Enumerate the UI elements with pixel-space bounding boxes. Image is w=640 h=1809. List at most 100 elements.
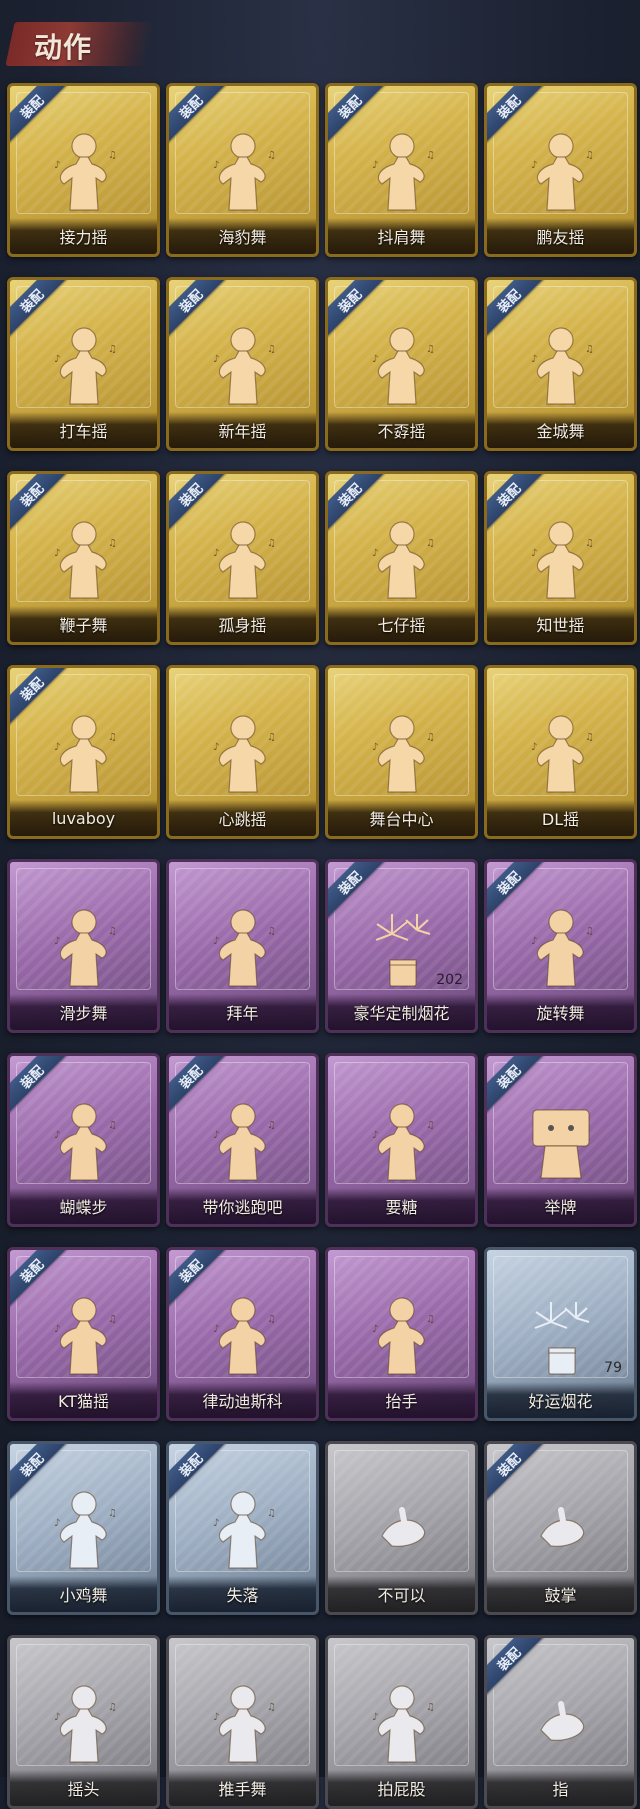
svg-text:♪: ♪ bbox=[372, 1324, 378, 1335]
svg-text:♫: ♫ bbox=[585, 344, 594, 355]
emote-card[interactable]: ♪ ♫ 推手舞 bbox=[166, 1635, 319, 1809]
bow-figure-icon: ♪ ♫ bbox=[203, 904, 283, 994]
emote-name: 举牌 bbox=[544, 1198, 577, 1217]
emote-name: 舞台中心 bbox=[369, 810, 434, 829]
svg-text:♪: ♪ bbox=[54, 742, 60, 753]
svg-text:♫: ♫ bbox=[108, 1508, 117, 1519]
emote-card[interactable]: 装配 ♪ ♫ 带你逃跑吧 bbox=[166, 1053, 319, 1227]
item-count: 202 bbox=[436, 972, 463, 988]
emote-card[interactable]: ♪ ♫ 摇头 bbox=[7, 1635, 160, 1809]
emote-card[interactable]: 装配 ♪ ♫ 旋转舞 bbox=[484, 859, 637, 1033]
emote-card[interactable]: 装配 ♪ ♫ 鞭子舞 bbox=[7, 471, 160, 645]
svg-text:♫: ♫ bbox=[426, 344, 435, 355]
finger-icon bbox=[362, 1486, 442, 1576]
emote-card[interactable]: 装配 ♪ ♫ 抖肩舞 bbox=[325, 83, 478, 257]
emote-name: 心跳摇 bbox=[218, 810, 267, 829]
dance-figure-icon: ♪ ♫ bbox=[44, 710, 124, 800]
emote-card[interactable]: 装配 ♪ ♫ 小鸡舞 bbox=[7, 1441, 160, 1615]
emote-card[interactable]: 装配 ♪ ♫ 知世摇 bbox=[484, 471, 637, 645]
emote-card[interactable]: ♪ ♫ DL摇 bbox=[484, 665, 637, 839]
svg-text:♪: ♪ bbox=[531, 354, 537, 365]
emote-card[interactable]: 装配 ♪ ♫ 律动迪斯科 bbox=[166, 1247, 319, 1421]
svg-text:♪: ♪ bbox=[54, 936, 60, 947]
dance-figure-icon: ♪ ♫ bbox=[203, 128, 283, 218]
pointing-hand-icon bbox=[521, 1680, 601, 1770]
emote-card[interactable]: 装配 ♪ ♫ 海豹舞 bbox=[166, 83, 319, 257]
card-label-bar: 不可以 bbox=[328, 1576, 475, 1612]
fireworks-icon bbox=[362, 904, 442, 994]
emote-card[interactable]: ♪ ♫ 要糖 bbox=[325, 1053, 478, 1227]
svg-text:♪: ♪ bbox=[213, 936, 219, 947]
card-label-bar: 新年摇 bbox=[169, 412, 316, 448]
emote-card[interactable]: ♪ ♫ 拍屁股 bbox=[325, 1635, 478, 1809]
card-label-bar: 小鸡舞 bbox=[10, 1576, 157, 1612]
svg-text:♫: ♫ bbox=[585, 926, 594, 937]
card-label-bar: 抖肩舞 bbox=[328, 218, 475, 254]
emote-card[interactable]: 装配 ♪ ♫ 失落 bbox=[166, 1441, 319, 1615]
svg-text:♫: ♫ bbox=[108, 150, 117, 161]
svg-text:♪: ♪ bbox=[372, 1712, 378, 1723]
card-label-bar: 七仔摇 bbox=[328, 606, 475, 642]
svg-text:♫: ♫ bbox=[426, 538, 435, 549]
emote-card[interactable]: 装配 ♪ ♫ 鹏友摇 bbox=[484, 83, 637, 257]
emote-card[interactable]: 装配 ♪ ♫ 七仔摇 bbox=[325, 471, 478, 645]
emote-card[interactable]: ♪ ♫ 抬手 bbox=[325, 1247, 478, 1421]
dance-figure-icon: ♪ ♫ bbox=[362, 710, 442, 800]
card-label-bar: 摇头 bbox=[10, 1770, 157, 1806]
svg-text:♪: ♪ bbox=[213, 160, 219, 171]
card-label-bar: DL摇 bbox=[487, 800, 634, 836]
emote-card[interactable]: ♪ ♫ 滑步舞 bbox=[7, 859, 160, 1033]
emote-card[interactable]: 装配 ♪ ♫ 蝴蝶步 bbox=[7, 1053, 160, 1227]
svg-text:♪: ♪ bbox=[531, 742, 537, 753]
emote-name: 鼓掌 bbox=[544, 1586, 577, 1605]
emote-name: 鹏友摇 bbox=[536, 228, 585, 247]
emote-name: 接力摇 bbox=[59, 228, 108, 247]
emote-card[interactable]: 装配 ♪ ♫ 接力摇 bbox=[7, 83, 160, 257]
card-label-bar: 拜年 bbox=[169, 994, 316, 1030]
fireworks-icon bbox=[521, 1292, 601, 1382]
emote-name: 要糖 bbox=[385, 1198, 418, 1217]
emote-card[interactable]: 装配 ♪ ♫ 不孬摇 bbox=[325, 277, 478, 451]
emote-card[interactable]: 装配 鼓掌 bbox=[484, 1441, 637, 1615]
svg-text:♪: ♪ bbox=[213, 1518, 219, 1529]
emote-card[interactable]: 装配 ♪ ♫ 金城舞 bbox=[484, 277, 637, 451]
card-label-bar: 鼓掌 bbox=[487, 1576, 634, 1612]
emote-name: 推手舞 bbox=[218, 1780, 267, 1799]
emote-name: 蝴蝶步 bbox=[59, 1198, 108, 1217]
emote-card[interactable]: 装配 指 bbox=[484, 1635, 637, 1809]
svg-text:♪: ♪ bbox=[54, 548, 60, 559]
emote-card[interactable]: ♪ ♫ 心跳摇 bbox=[166, 665, 319, 839]
svg-text:♫: ♫ bbox=[267, 1508, 276, 1519]
emote-card[interactable]: 不可以 bbox=[325, 1441, 478, 1615]
dance-figure-icon: ♪ ♫ bbox=[521, 128, 601, 218]
svg-text:♪: ♪ bbox=[372, 1130, 378, 1141]
dance-figure-icon: ♪ ♫ bbox=[521, 322, 601, 412]
svg-text:♫: ♫ bbox=[108, 926, 117, 937]
card-label-bar: 接力摇 bbox=[10, 218, 157, 254]
emote-card[interactable]: 装配 ♪ ♫ 打车摇 bbox=[7, 277, 160, 451]
emote-name: KT猫摇 bbox=[57, 1392, 110, 1411]
svg-text:♪: ♪ bbox=[54, 160, 60, 171]
emote-name: 失落 bbox=[226, 1586, 259, 1605]
svg-text:♪: ♪ bbox=[372, 160, 378, 171]
card-label-bar: 鹏友摇 bbox=[487, 218, 634, 254]
emote-card[interactable]: 装配 ♪ ♫ 新年摇 bbox=[166, 277, 319, 451]
card-label-bar: 打车摇 bbox=[10, 412, 157, 448]
emote-name: 孤身摇 bbox=[218, 616, 267, 635]
card-label-bar: 好运烟花 bbox=[487, 1382, 634, 1418]
emote-card[interactable]: 装配 ♪ ♫ KT猫摇 bbox=[7, 1247, 160, 1421]
card-label-bar: 鞭子舞 bbox=[10, 606, 157, 642]
figure-icon: ♪ ♫ bbox=[362, 1292, 442, 1382]
emote-card[interactable]: 79 好运烟花 bbox=[484, 1247, 637, 1421]
dance-figure-icon: ♪ ♫ bbox=[362, 516, 442, 606]
emote-card[interactable]: 装配 202 豪华定制烟花 bbox=[325, 859, 478, 1033]
emote-card[interactable]: ♪ ♫ 拜年 bbox=[166, 859, 319, 1033]
svg-text:♫: ♫ bbox=[426, 732, 435, 743]
svg-text:♫: ♫ bbox=[426, 1702, 435, 1713]
emote-card[interactable]: ♪ ♫ 舞台中心 bbox=[325, 665, 478, 839]
emote-card[interactable]: 装配 ♪ ♫ luvaboy bbox=[7, 665, 160, 839]
emote-card[interactable]: 装配 举牌 bbox=[484, 1053, 637, 1227]
svg-text:♫: ♫ bbox=[267, 538, 276, 549]
emote-name: 鞭子舞 bbox=[59, 616, 108, 635]
emote-card[interactable]: 装配 ♪ ♫ 孤身摇 bbox=[166, 471, 319, 645]
